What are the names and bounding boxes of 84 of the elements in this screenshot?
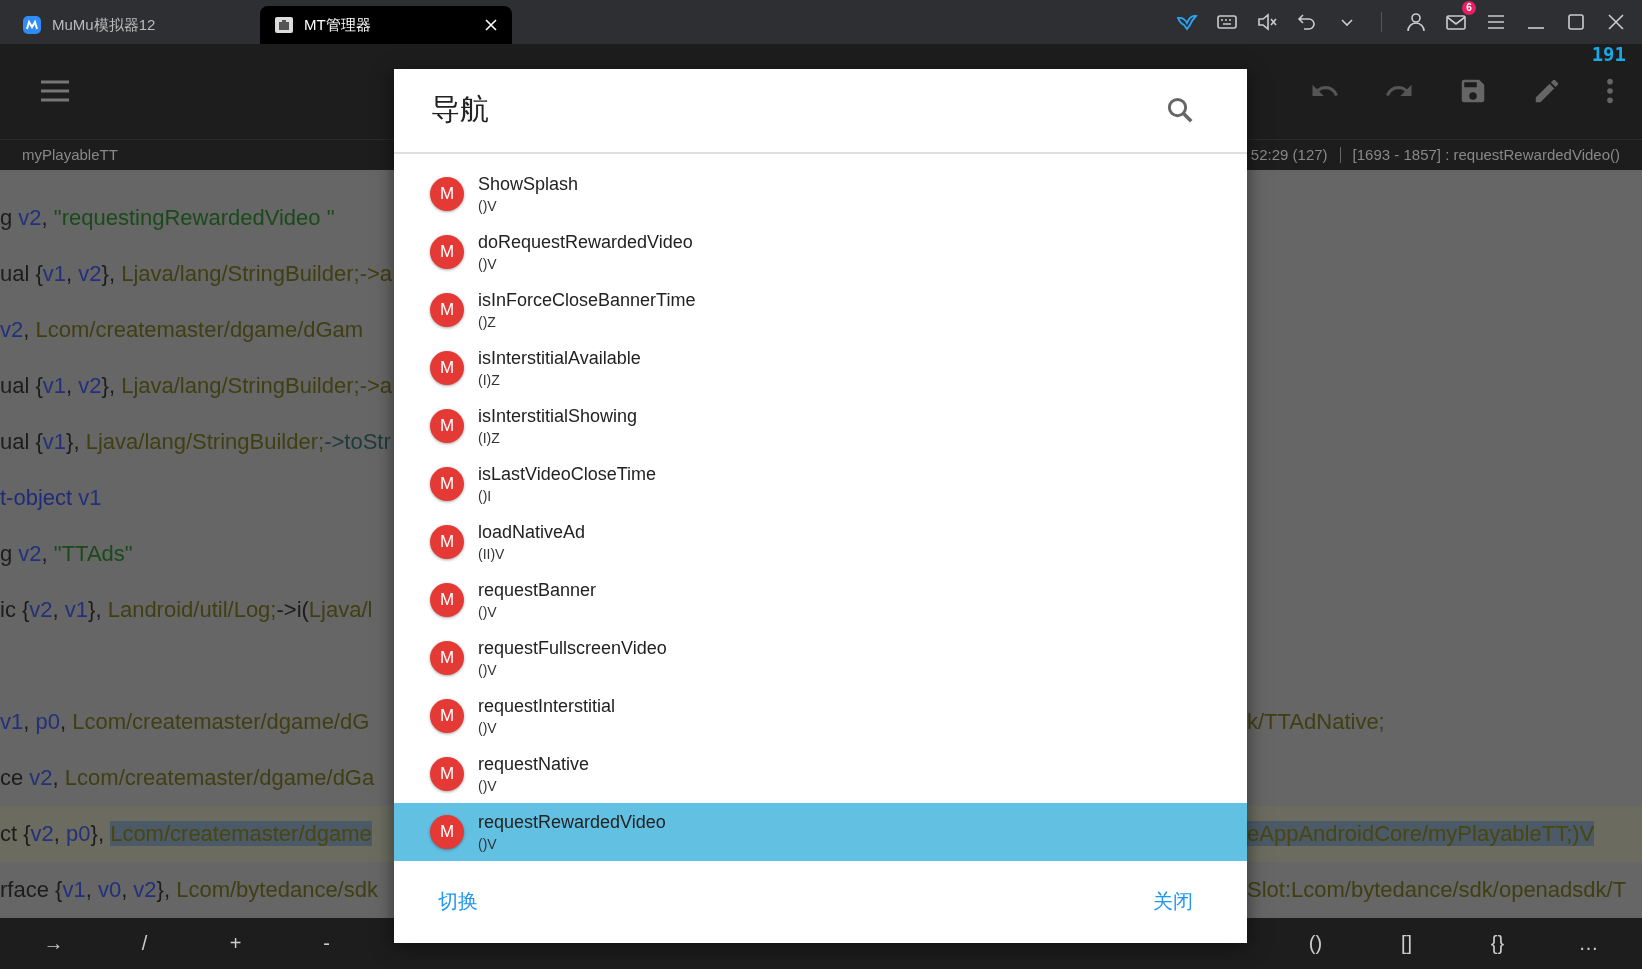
- notification-badge: 6: [1462, 1, 1476, 15]
- method-list-item[interactable]: M isInterstitialAvailable (I)Z: [394, 338, 1247, 397]
- code-line: v2, Lcom/createmaster/dgame/dGam: [0, 316, 364, 343]
- symbol-key[interactable]: +: [190, 917, 281, 969]
- method-signature: ()V: [478, 197, 498, 214]
- code-line: rface {v1, v0, v2}, Lcom/bytedance/sdk: [0, 876, 378, 903]
- symbol-key[interactable]: {}: [1452, 917, 1543, 969]
- cursor-position: 52:29 (127): [1250, 146, 1328, 164]
- app-icon: [22, 15, 42, 35]
- method-badge: M: [430, 234, 464, 269]
- method-name: isInForceCloseBannerTime: [478, 289, 696, 311]
- method-name: isLastVideoCloseTime: [478, 463, 657, 485]
- symbol-key[interactable]: (): [1270, 917, 1361, 969]
- more-icon[interactable]: [1606, 77, 1614, 106]
- method-signature: ()I: [478, 487, 493, 504]
- symbol-key[interactable]: /: [99, 917, 190, 969]
- code-line: ual {v1, v2}, Ljava/lang/StringBuilder;->a: [0, 260, 393, 287]
- method-list-item[interactable]: M requestBanner ()V: [394, 570, 1247, 629]
- symbol-key[interactable]: →: [8, 917, 99, 969]
- counter-label: 191: [1591, 43, 1626, 66]
- symbol-key[interactable]: -: [281, 917, 372, 969]
- method-badge: M: [430, 176, 464, 211]
- window-tab[interactable]: MuMu模拟器12: [8, 6, 260, 44]
- method-name: ShowSplash: [478, 173, 579, 195]
- method-list-item[interactable]: M isInForceCloseBannerTime ()Z: [394, 280, 1247, 339]
- method-name: doRequestRewardedVideo: [478, 231, 693, 253]
- method-badge: M: [430, 640, 464, 675]
- method-badge: M: [430, 466, 464, 501]
- method-signature: (II)V: [478, 545, 506, 562]
- method-list-item[interactable]: M doRequestRewardedVideo ()V: [394, 222, 1247, 281]
- method-badge: M: [430, 756, 464, 791]
- method-name: requestBanner: [478, 579, 597, 601]
- method-list-item[interactable]: M isLastVideoCloseTime ()I: [394, 454, 1247, 513]
- user-icon[interactable]: [1404, 10, 1428, 34]
- dialog-title: 导航: [431, 92, 489, 128]
- menu-icon[interactable]: [40, 80, 70, 103]
- code-line: ct {v2, p0}, Lcom/createmaster/dgame: [0, 820, 372, 847]
- method-badge: M: [430, 524, 464, 559]
- method-signature: ()V: [478, 661, 498, 678]
- method-signature: ()V: [478, 777, 498, 794]
- symbol-key[interactable]: []: [1361, 917, 1452, 969]
- window-tab[interactable]: MT管理器: [260, 6, 512, 44]
- method-badge: M: [430, 582, 464, 617]
- method-badge: M: [430, 350, 464, 385]
- method-list-item[interactable]: M isInterstitialShowing (I)Z: [394, 396, 1247, 455]
- method-signature: ()Z: [478, 313, 497, 330]
- code-line: ual {v1, v2}, Ljava/lang/StringBuilder;->a: [0, 372, 393, 399]
- code-line: ual {v1}, Ljava/lang/StringBuilder;->toStr: [0, 428, 391, 455]
- method-name: requestNative: [478, 753, 590, 775]
- code-line: Slot:Lcom/bytedance/sdk/openadsdk/T: [1247, 876, 1627, 902]
- code-line: g v2, "requestingRewardedVideo ": [0, 204, 335, 231]
- method-signature: ()V: [478, 835, 498, 852]
- code-line: v1, p0, Lcom/createmaster/dgame/dG: [0, 708, 370, 735]
- method-signature: (I)Z: [478, 371, 501, 388]
- method-badge: M: [430, 408, 464, 443]
- code-line: ce v2, Lcom/createmaster/dgame/dGa: [0, 764, 375, 791]
- method-list-item[interactable]: M requestNative ()V: [394, 744, 1247, 803]
- symbol-key[interactable]: …: [1543, 917, 1634, 969]
- method-list-item[interactable]: M requestFullscreenVideo ()V: [394, 628, 1247, 687]
- method-signature: ()V: [478, 255, 498, 272]
- code-line: g v2, "TTAds": [0, 540, 133, 567]
- method-badge: M: [430, 814, 464, 849]
- method-signature: (I)Z: [478, 429, 501, 446]
- code-line: t-object v1: [0, 484, 102, 511]
- method-signature: ()V: [478, 719, 498, 736]
- method-name: requestInterstitial: [478, 695, 616, 717]
- method-name: loadNativeAd: [478, 521, 586, 543]
- method-badge: M: [430, 698, 464, 733]
- method-name: isInterstitialShowing: [478, 405, 638, 427]
- method-range: [1693 - 1857] : requestRewardedVideo(): [1352, 146, 1620, 164]
- method-list-item[interactable]: M requestRewardedVideo ()V: [394, 802, 1247, 861]
- method-badge: M: [430, 292, 464, 327]
- code-line: k/TTAdNative;: [1247, 708, 1385, 734]
- toolbox-icon: [274, 15, 294, 35]
- method-list-item[interactable]: M ShowSplash ()V: [394, 164, 1247, 223]
- method-name: requestFullscreenVideo: [478, 637, 667, 659]
- close-icon[interactable]: [484, 18, 498, 32]
- method-name: requestRewardedVideo: [478, 811, 666, 833]
- method-list-item[interactable]: M requestInterstitial ()V: [394, 686, 1247, 745]
- method-list-item[interactable]: M loadNativeAd (II)V: [394, 512, 1247, 571]
- method-name: isInterstitialAvailable: [478, 347, 641, 369]
- file-name: myPlayableTT: [22, 146, 118, 164]
- method-signature: ()V: [478, 603, 498, 620]
- code-line: ic {v2, v1}, Landroid/util/Log;->i(Ljava/l: [0, 596, 373, 623]
